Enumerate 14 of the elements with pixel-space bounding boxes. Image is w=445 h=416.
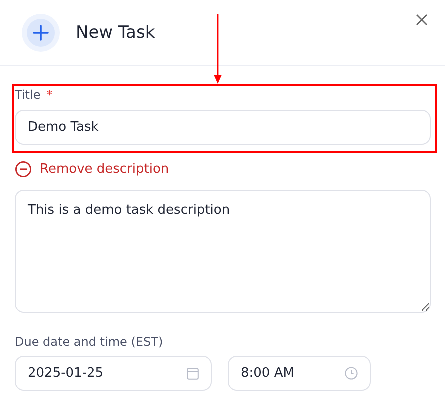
calendar-icon <box>187 368 199 380</box>
field-label: Due date and time (EST) <box>15 335 164 349</box>
clock-icon <box>345 367 358 380</box>
field-label: Title <box>15 88 41 102</box>
remove-description-button[interactable]: Remove description <box>15 159 431 179</box>
title-input[interactable]: Demo Task <box>15 110 431 145</box>
dialog-title: New Task <box>76 22 156 42</box>
minus-circle-icon <box>15 160 32 178</box>
add-icon <box>22 14 60 52</box>
required-mark: * <box>46 88 53 102</box>
time-field[interactable]: 8:00 AM <box>228 356 371 391</box>
annotation-arrow <box>213 14 223 85</box>
description-input[interactable]: This is a demo task description <box>15 190 431 313</box>
date-field[interactable]: 2025-01-25 <box>15 356 212 391</box>
